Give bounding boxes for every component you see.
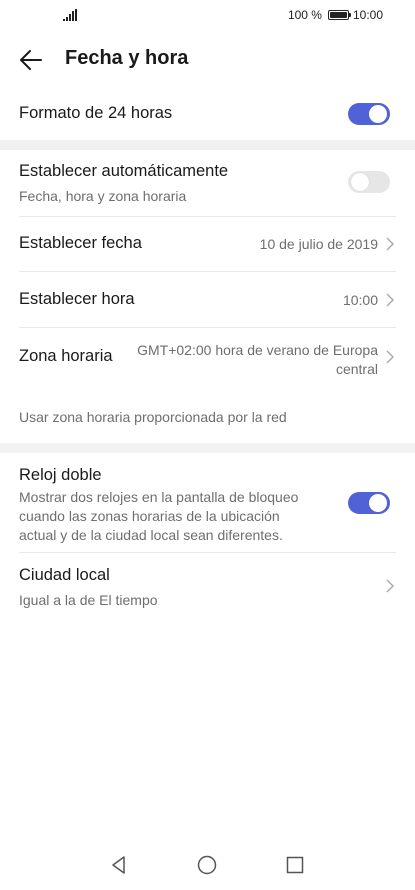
status-bar: 100 % 10:00	[0, 0, 415, 30]
dual-clock-subtitle-line3: actual y de la ciudad local sean diferen…	[19, 527, 283, 543]
arrow-left-icon	[20, 50, 42, 70]
header: Fecha y hora	[0, 30, 415, 90]
battery-fill	[329, 12, 347, 18]
section-separator	[0, 140, 415, 150]
dual-clock-toggle[interactable]	[348, 492, 390, 514]
set-time-label: Establecer hora	[19, 290, 135, 308]
back-button[interactable]	[15, 44, 47, 76]
dual-clock-row[interactable]: Reloj doble Mostrar dos relojes en la pa…	[0, 453, 415, 552]
screen: 100 % 10:00 Fecha y hora Formato de 24 h…	[0, 0, 415, 890]
dual-clock-subtitle-line1: Mostrar dos relojes en la pantalla de bl…	[19, 489, 299, 505]
time-zone-label: Zona horaria	[19, 347, 113, 365]
set-date-value: 10 de julio de 2019	[259, 236, 378, 252]
section-separator	[0, 443, 415, 453]
set-date-label: Establecer fecha	[19, 234, 142, 252]
chevron-right-icon	[386, 350, 394, 364]
format-24h-label: Formato de 24 horas	[19, 104, 173, 122]
nav-recents-button[interactable]	[283, 853, 307, 877]
battery-icon	[327, 10, 351, 20]
battery-percent: 100 %	[287, 8, 322, 22]
format-24h-row[interactable]: Formato de 24 horas	[0, 90, 415, 140]
circle-home-icon	[197, 855, 217, 875]
status-time: 10:00	[352, 8, 383, 22]
chevron-right-icon	[386, 293, 394, 307]
set-time-row[interactable]: Establecer hora 10:00	[0, 272, 415, 327]
auto-set-toggle[interactable]	[348, 171, 390, 193]
chevron-right-icon	[386, 579, 394, 593]
navigation-bar	[0, 840, 415, 890]
signal-icon	[63, 9, 77, 21]
home-city-subtitle: Igual a la de El tiempo	[19, 592, 158, 608]
time-zone-value-line1: GMT+02:00 hora de verano de Europa	[137, 342, 378, 358]
home-city-row[interactable]: Ciudad local Igual a la de El tiempo	[0, 553, 415, 619]
set-date-row[interactable]: Establecer fecha 10 de julio de 2019	[0, 217, 415, 271]
auto-set-label: Establecer automáticamente	[19, 162, 229, 180]
toggle-knob	[351, 173, 369, 191]
time-zone-row[interactable]: Zona horaria GMT+02:00 hora de verano de…	[0, 328, 415, 386]
status-right: 100 % 10:00	[288, 8, 383, 22]
page-title: Fecha y hora	[65, 47, 189, 69]
dual-clock-label: Reloj doble	[19, 466, 102, 484]
format-24h-toggle[interactable]	[348, 103, 390, 125]
nav-back-button[interactable]	[107, 853, 131, 877]
time-zone-value: GMT+02:00 hora de verano de Europa centr…	[137, 341, 378, 379]
toggle-knob	[369, 494, 387, 512]
home-city-label: Ciudad local	[19, 566, 110, 584]
time-zone-value-line2: central	[335, 361, 378, 377]
dual-clock-subtitle: Mostrar dos relojes en la pantalla de bl…	[19, 488, 298, 545]
toggle-knob	[369, 105, 387, 123]
nav-home-button[interactable]	[195, 853, 219, 877]
dual-clock-subtitle-line2: cuando las zonas horarias de la ubicació…	[19, 508, 280, 524]
square-recents-icon	[286, 856, 304, 874]
network-timezone-note: Usar zona horaria proporcionada por la r…	[19, 409, 287, 425]
auto-set-row[interactable]: Establecer automáticamente Fecha, hora y…	[0, 150, 415, 216]
set-time-value: 10:00	[342, 292, 378, 308]
auto-set-subtitle: Fecha, hora y zona horaria	[19, 188, 187, 204]
chevron-right-icon	[386, 237, 394, 251]
triangle-back-icon	[112, 856, 125, 874]
